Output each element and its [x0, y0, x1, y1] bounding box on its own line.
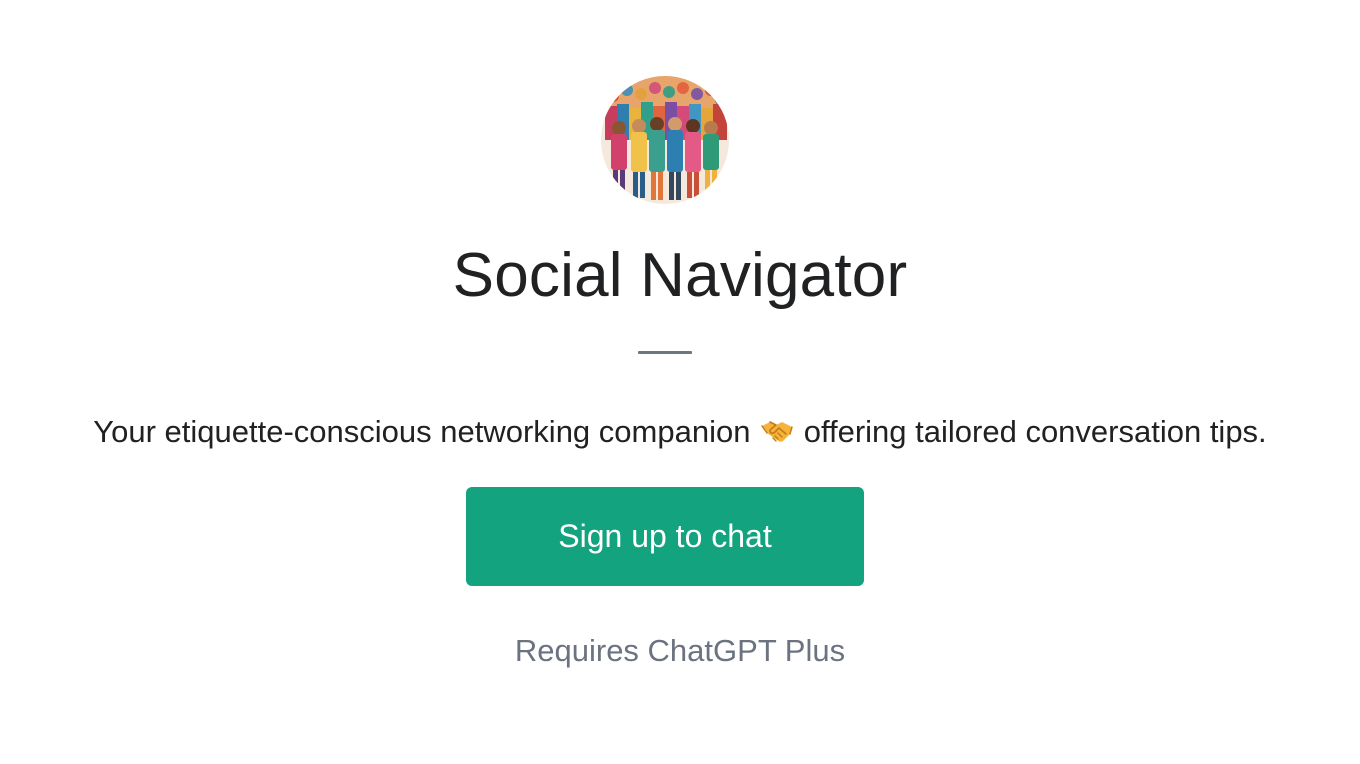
description-text-end: offering tailored conversation tips.	[803, 414, 1267, 449]
sign-up-to-chat-button[interactable]: Sign up to chat	[466, 487, 864, 586]
description-text-start: Your etiquette-conscious networking comp…	[93, 414, 751, 449]
plan-requirement-note: Requires ChatGPT Plus	[514, 633, 846, 668]
gpt-title: Social Navigator	[452, 241, 908, 310]
title-divider	[638, 351, 692, 354]
crowd-illustration-icon	[601, 76, 729, 204]
gpt-landing-page: Social Navigator Your etiquette-consciou…	[0, 0, 1360, 764]
gpt-avatar	[601, 76, 729, 204]
handshake-icon	[761, 412, 793, 456]
gpt-description: Your etiquette-conscious networking comp…	[0, 410, 1360, 456]
